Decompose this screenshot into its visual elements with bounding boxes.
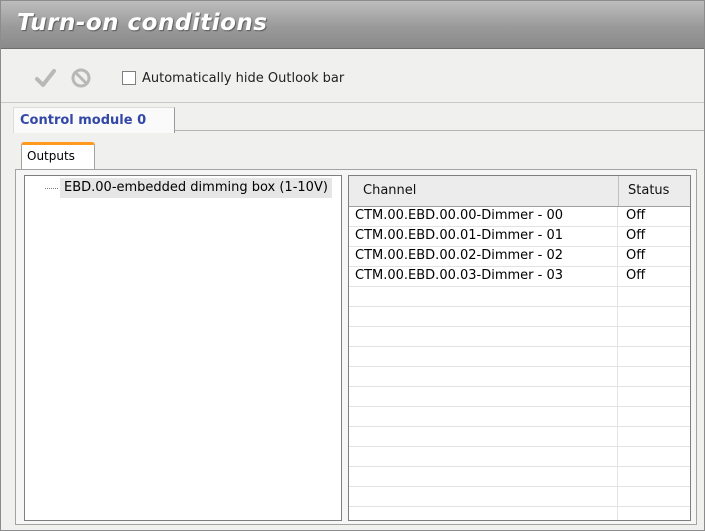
status-cell: Off xyxy=(626,248,646,263)
empty-row xyxy=(349,407,690,427)
status-cell: Off xyxy=(626,268,646,283)
empty-row xyxy=(349,287,690,307)
table-row[interactable]: CTM.00.EBD.00.01-Dimmer - 01 Off xyxy=(349,227,690,247)
tree-node-ebd[interactable]: EBD.00-embedded dimming box (1-10V) xyxy=(60,178,332,198)
channel-cell: CTM.00.EBD.00.00-Dimmer - 00 xyxy=(355,208,564,223)
empty-row xyxy=(349,467,690,487)
grid-header: Channel Status xyxy=(349,176,690,207)
empty-row xyxy=(349,387,690,407)
tab-outputs[interactable]: Outputs xyxy=(21,142,95,169)
status-cell: Off xyxy=(626,228,646,243)
status-cell: Off xyxy=(626,208,646,223)
column-header-channel[interactable]: Channel xyxy=(349,176,619,206)
column-header-channel-label: Channel xyxy=(363,183,417,198)
table-row[interactable]: CTM.00.EBD.00.00-Dimmer - 00 Off xyxy=(349,207,690,227)
empty-row xyxy=(349,427,690,447)
channel-cell: CTM.00.EBD.00.01-Dimmer - 01 xyxy=(355,228,564,243)
empty-row xyxy=(349,327,690,347)
title-bar: Turn-on conditions xyxy=(1,1,704,49)
module-tabs: Control module 0 xyxy=(1,103,704,133)
channel-grid[interactable]: Channel Status CTM.00.EBD.00.00-Dimmer -… xyxy=(348,175,691,521)
empty-row xyxy=(349,487,690,507)
empty-row xyxy=(349,347,690,367)
cancel-circle-icon[interactable] xyxy=(70,67,92,89)
checkmark-icon[interactable] xyxy=(34,67,56,89)
tab-outputs-label: Outputs xyxy=(27,149,75,163)
tab-control-module-0[interactable]: Control module 0 xyxy=(13,107,175,133)
window-title: Turn-on conditions xyxy=(17,10,268,36)
column-header-status[interactable]: Status xyxy=(628,183,669,198)
window: Turn-on conditions Automatically hide Ou… xyxy=(0,0,705,531)
auto-hide-label[interactable]: Automatically hide Outlook bar xyxy=(142,71,344,86)
empty-row xyxy=(349,507,690,520)
toolbar: Automatically hide Outlook bar xyxy=(1,49,704,103)
tab-strip-divider xyxy=(175,130,704,131)
output-tree[interactable] xyxy=(24,175,342,521)
empty-row xyxy=(349,447,690,467)
empty-row xyxy=(349,367,690,387)
channel-cell: CTM.00.EBD.00.02-Dimmer - 02 xyxy=(355,248,564,263)
table-row[interactable]: CTM.00.EBD.00.02-Dimmer - 02 Off xyxy=(349,247,690,267)
empty-row xyxy=(349,307,690,327)
channel-cell: CTM.00.EBD.00.03-Dimmer - 03 xyxy=(355,268,564,283)
table-row[interactable]: CTM.00.EBD.00.03-Dimmer - 03 Off xyxy=(349,267,690,287)
tree-connector xyxy=(45,188,58,189)
auto-hide-checkbox[interactable] xyxy=(122,71,136,85)
